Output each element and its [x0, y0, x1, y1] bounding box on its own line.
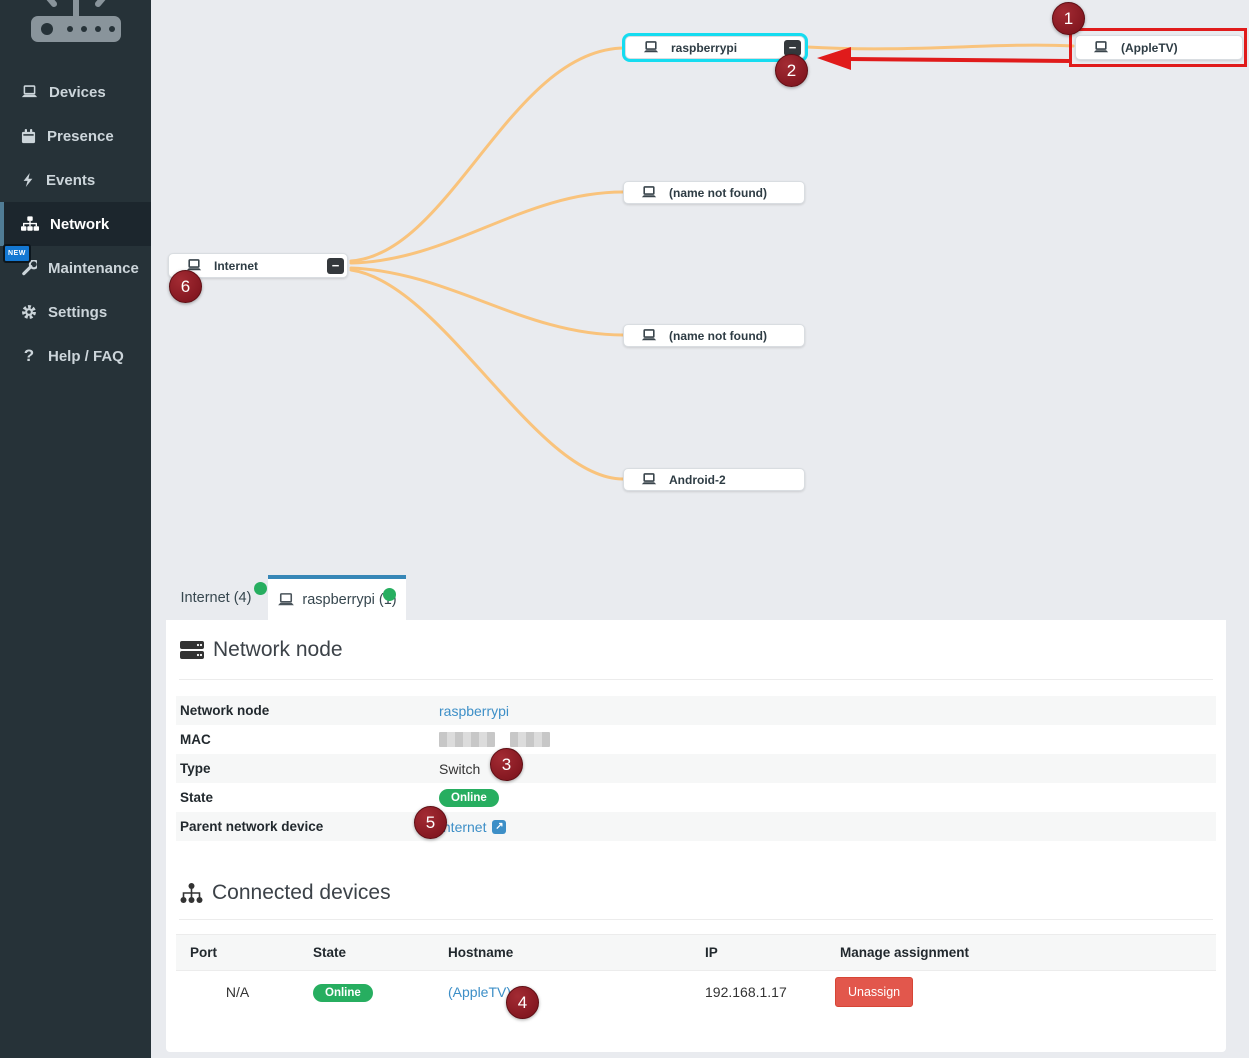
node-label: (AppleTV)	[1121, 41, 1178, 55]
annotation-marker-1: 1	[1052, 2, 1085, 35]
sidebar: Devices Presence Events	[0, 0, 151, 1058]
node-label: (name not found)	[669, 186, 767, 200]
question-icon: ?	[21, 346, 37, 366]
network-topology-map[interactable]: Internet − raspberrypi − (AppleTV)	[151, 0, 1249, 575]
sidebar-item-label: Help / FAQ	[48, 348, 124, 365]
node-label: (name not found)	[669, 329, 767, 343]
laptop-icon	[277, 593, 295, 607]
node-detail-panel: Network node Network node raspberrypi MA…	[166, 620, 1226, 1052]
annotation-marker-3: 3	[490, 748, 523, 781]
network-node-table: Network node raspberrypi MAC Type Switch…	[176, 696, 1216, 841]
status-badge: Online	[313, 984, 373, 1002]
sidebar-item-help[interactable]: ? Help / FAQ	[0, 334, 151, 378]
mac-redacted-value	[510, 732, 550, 747]
col-header: IP	[691, 945, 826, 960]
sidebar-nav: Devices Presence Events	[0, 70, 151, 378]
router-logo-icon	[14, 0, 138, 48]
section-title: Connected devices	[212, 881, 391, 905]
sidebar-item-network[interactable]: Network	[0, 202, 151, 246]
table-row: N/A Online (AppleTV) 192.168.1.17 Unassi…	[176, 971, 1216, 1013]
laptop-icon	[21, 85, 38, 99]
section-title: Network node	[213, 638, 343, 662]
connected-devices-table: Port State Hostname IP Manage assignment…	[176, 934, 1216, 1013]
node-raspberrypi[interactable]: raspberrypi −	[625, 36, 805, 59]
connected-devices-heading: Connected devices	[180, 881, 1226, 905]
connected-devices-section: Connected devices Port State Hostname IP…	[166, 881, 1226, 1013]
node-appletv[interactable]: (AppleTV)	[1075, 35, 1243, 60]
divider	[179, 919, 1213, 920]
table-row: State Online	[176, 783, 1216, 812]
node-unknown-2[interactable]: (name not found)	[623, 324, 805, 347]
tab-internet[interactable]: Internet (4)	[170, 575, 262, 620]
annotation-red-box: (AppleTV)	[1069, 28, 1247, 67]
gear-icon	[21, 304, 37, 320]
ip-value: 192.168.1.17	[691, 984, 826, 1000]
sidebar-item-settings[interactable]: Settings	[0, 290, 151, 334]
annotation-marker-5: 5	[414, 806, 447, 839]
online-dot	[254, 582, 267, 595]
col-header: Manage assignment	[826, 945, 1216, 960]
type-value: Switch	[439, 761, 1216, 777]
divider	[179, 679, 1213, 680]
table-row: Parent network device Internet ↗	[176, 812, 1216, 841]
port-value: N/A	[176, 984, 299, 1000]
sidebar-item-devices[interactable]: Devices	[0, 70, 151, 114]
sidebar-item-label: Events	[46, 172, 95, 189]
table-row: Network node raspberrypi	[176, 696, 1216, 725]
network-node-heading: Network node	[180, 638, 1226, 662]
main-content: Internet − raspberrypi − (AppleTV)	[151, 0, 1249, 1058]
laptop-icon	[641, 186, 657, 199]
node-label: Android-2	[669, 473, 726, 487]
collapse-button[interactable]: −	[327, 258, 344, 274]
node-label: raspberrypi	[671, 41, 737, 55]
sidebar-item-label: Network	[50, 216, 109, 233]
online-dot	[383, 588, 396, 601]
external-link-icon[interactable]: ↗	[492, 820, 506, 834]
unassign-button[interactable]: Unassign	[835, 977, 913, 1007]
sitemap-icon	[180, 883, 203, 904]
node-label: Internet	[214, 259, 258, 273]
detail-tabbar: Internet (4) raspberrypi (1)	[151, 575, 1249, 620]
annotation-marker-4: 4	[506, 986, 539, 1019]
node-unknown-1[interactable]: (name not found)	[623, 181, 805, 204]
sidebar-item-label: Maintenance	[48, 260, 139, 277]
laptop-icon	[641, 473, 657, 486]
tab-raspberrypi[interactable]: raspberrypi (1)	[268, 575, 406, 620]
server-icon	[180, 640, 204, 661]
laptop-icon	[1093, 41, 1109, 54]
network-node-link[interactable]: raspberrypi	[439, 703, 509, 719]
hostname-link[interactable]: (AppleTV)	[448, 984, 511, 1000]
node-android-2[interactable]: Android-2	[623, 468, 805, 491]
bolt-icon	[21, 172, 35, 188]
col-header: Port	[176, 945, 299, 960]
sidebar-item-events[interactable]: Events	[0, 158, 151, 202]
app-window: Devices Presence Events	[0, 0, 1249, 1058]
annotation-marker-6: 6	[169, 270, 202, 303]
mac-redacted-value	[439, 732, 495, 747]
sidebar-item-label: Devices	[49, 84, 106, 101]
laptop-icon	[643, 41, 659, 54]
sidebar-item-label: Settings	[48, 304, 107, 321]
tab-label: Internet (4)	[181, 590, 252, 606]
table-row: Type Switch	[176, 754, 1216, 783]
laptop-icon	[641, 329, 657, 342]
sidebar-item-presence[interactable]: Presence	[0, 114, 151, 158]
table-row: MAC	[176, 725, 1216, 754]
table-header-row: Port State Hostname IP Manage assignment	[176, 934, 1216, 971]
new-badge: NEW	[3, 244, 31, 263]
col-header: Hostname	[434, 945, 691, 960]
sidebar-item-label: Presence	[47, 128, 114, 145]
sitemap-icon	[21, 216, 39, 232]
status-badge: Online	[439, 789, 499, 807]
calendar-icon	[21, 129, 36, 144]
annotation-marker-2: 2	[775, 54, 808, 87]
col-header: State	[299, 945, 434, 960]
